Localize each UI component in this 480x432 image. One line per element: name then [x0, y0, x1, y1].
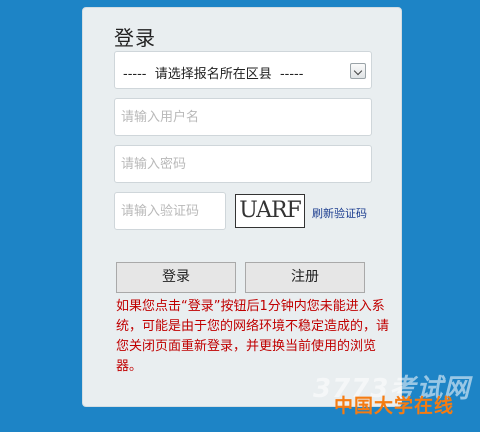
region-select[interactable]: ----- 请选择报名所在区县 -----: [114, 51, 372, 89]
login-title: 登录: [114, 26, 156, 50]
region-select-value: ----- 请选择报名所在区县 -----: [123, 67, 304, 82]
password-input[interactable]: [114, 145, 372, 183]
login-panel: 登录 ----- 请选择报名所在区县 ----- UARF 刷新验证码 登录 注…: [82, 7, 402, 407]
username-input[interactable]: [114, 98, 372, 136]
captcha-image[interactable]: UARF: [235, 194, 305, 228]
captcha-input[interactable]: [114, 192, 226, 230]
login-button[interactable]: 登录: [116, 262, 236, 293]
watermark-site-name: 中国大学在线: [334, 395, 455, 417]
chevron-down-icon[interactable]: [350, 63, 366, 79]
register-button[interactable]: 注册: [245, 262, 365, 293]
login-notice: 如果您点击“登录”按钮后1分钟内您未能进入系统，可能是由于您的网络环境不稳定造成…: [116, 299, 390, 374]
refresh-captcha-link[interactable]: 刷新验证码: [312, 205, 367, 221]
